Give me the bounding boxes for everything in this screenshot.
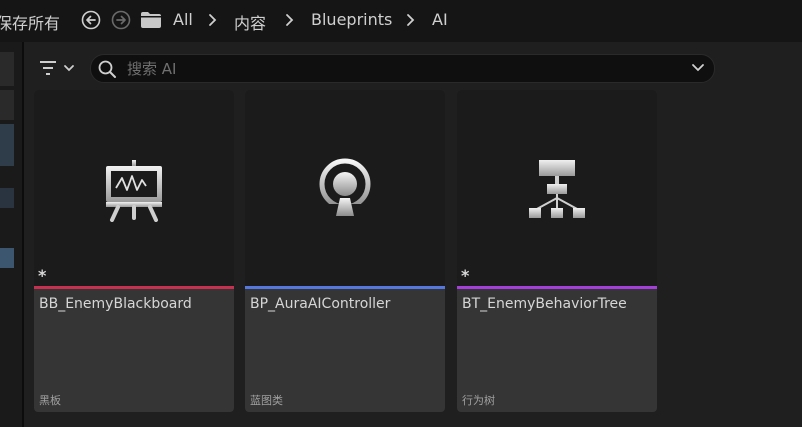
breadcrumb-chevron-icon	[286, 14, 294, 26]
asset-type-accent-bar	[245, 286, 445, 289]
chevron-down-icon[interactable]	[690, 61, 706, 75]
asset-type-accent-bar	[457, 286, 657, 289]
filter-dropdown-icon[interactable]	[38, 56, 78, 80]
asset-tile[interactable]: * BT_EnemyBehaviorTree 行为树	[457, 90, 657, 412]
asset-thumbnail	[245, 90, 445, 287]
blackboard-icon	[106, 160, 162, 222]
breadcrumb-item-all[interactable]: All	[173, 10, 193, 29]
breadcrumb-item-blueprints[interactable]: Blueprints	[311, 10, 392, 29]
modified-marker: *	[38, 266, 47, 285]
asset-type-label: 行为树	[462, 394, 495, 407]
asset-thumbnail	[34, 90, 234, 287]
sources-tree-item[interactable]	[0, 248, 14, 268]
asset-name: BB_EnemyBlackboard	[39, 296, 192, 312]
search-input[interactable]	[125, 57, 669, 81]
search-box[interactable]	[90, 54, 715, 83]
breadcrumb-item-content[interactable]: 内容	[234, 10, 266, 34]
content-browser-panel: * BB_EnemyBlackboard 黑板 BP_AuraAIControl…	[24, 42, 802, 427]
breadcrumb-chevron-icon	[209, 14, 217, 26]
folder-icon	[141, 12, 161, 28]
sources-panel-button[interactable]	[0, 90, 14, 120]
save-all-button[interactable]: 保存所有	[0, 10, 60, 34]
asset-tile[interactable]: * BB_EnemyBlackboard 黑板	[34, 90, 234, 412]
asset-type-label: 蓝图类	[250, 394, 283, 407]
asset-type-label: 黑板	[39, 394, 61, 407]
breadcrumb-item-ai[interactable]: AI	[432, 10, 448, 29]
behavior-tree-icon	[529, 160, 585, 218]
sources-tree-item[interactable]	[0, 188, 14, 208]
path-toolbar: 保存所有 All 内容 Blueprints AI	[0, 0, 802, 42]
asset-type-accent-bar	[34, 286, 234, 289]
forward-arrow-icon[interactable]	[111, 10, 131, 30]
ai-controller-icon	[319, 158, 371, 222]
sources-panel-edge	[0, 42, 22, 427]
sources-panel-button[interactable]	[0, 52, 14, 86]
search-icon	[98, 60, 116, 78]
asset-name: BT_EnemyBehaviorTree	[462, 296, 627, 312]
asset-thumbnail	[457, 90, 657, 287]
breadcrumb-chevron-icon	[407, 14, 415, 26]
asset-name: BP_AuraAIController	[250, 296, 391, 312]
asset-tile[interactable]: BP_AuraAIController 蓝图类	[245, 90, 445, 412]
modified-marker: *	[461, 266, 470, 285]
sources-tree-selected-item[interactable]	[0, 124, 14, 166]
back-arrow-icon[interactable]	[81, 10, 101, 30]
